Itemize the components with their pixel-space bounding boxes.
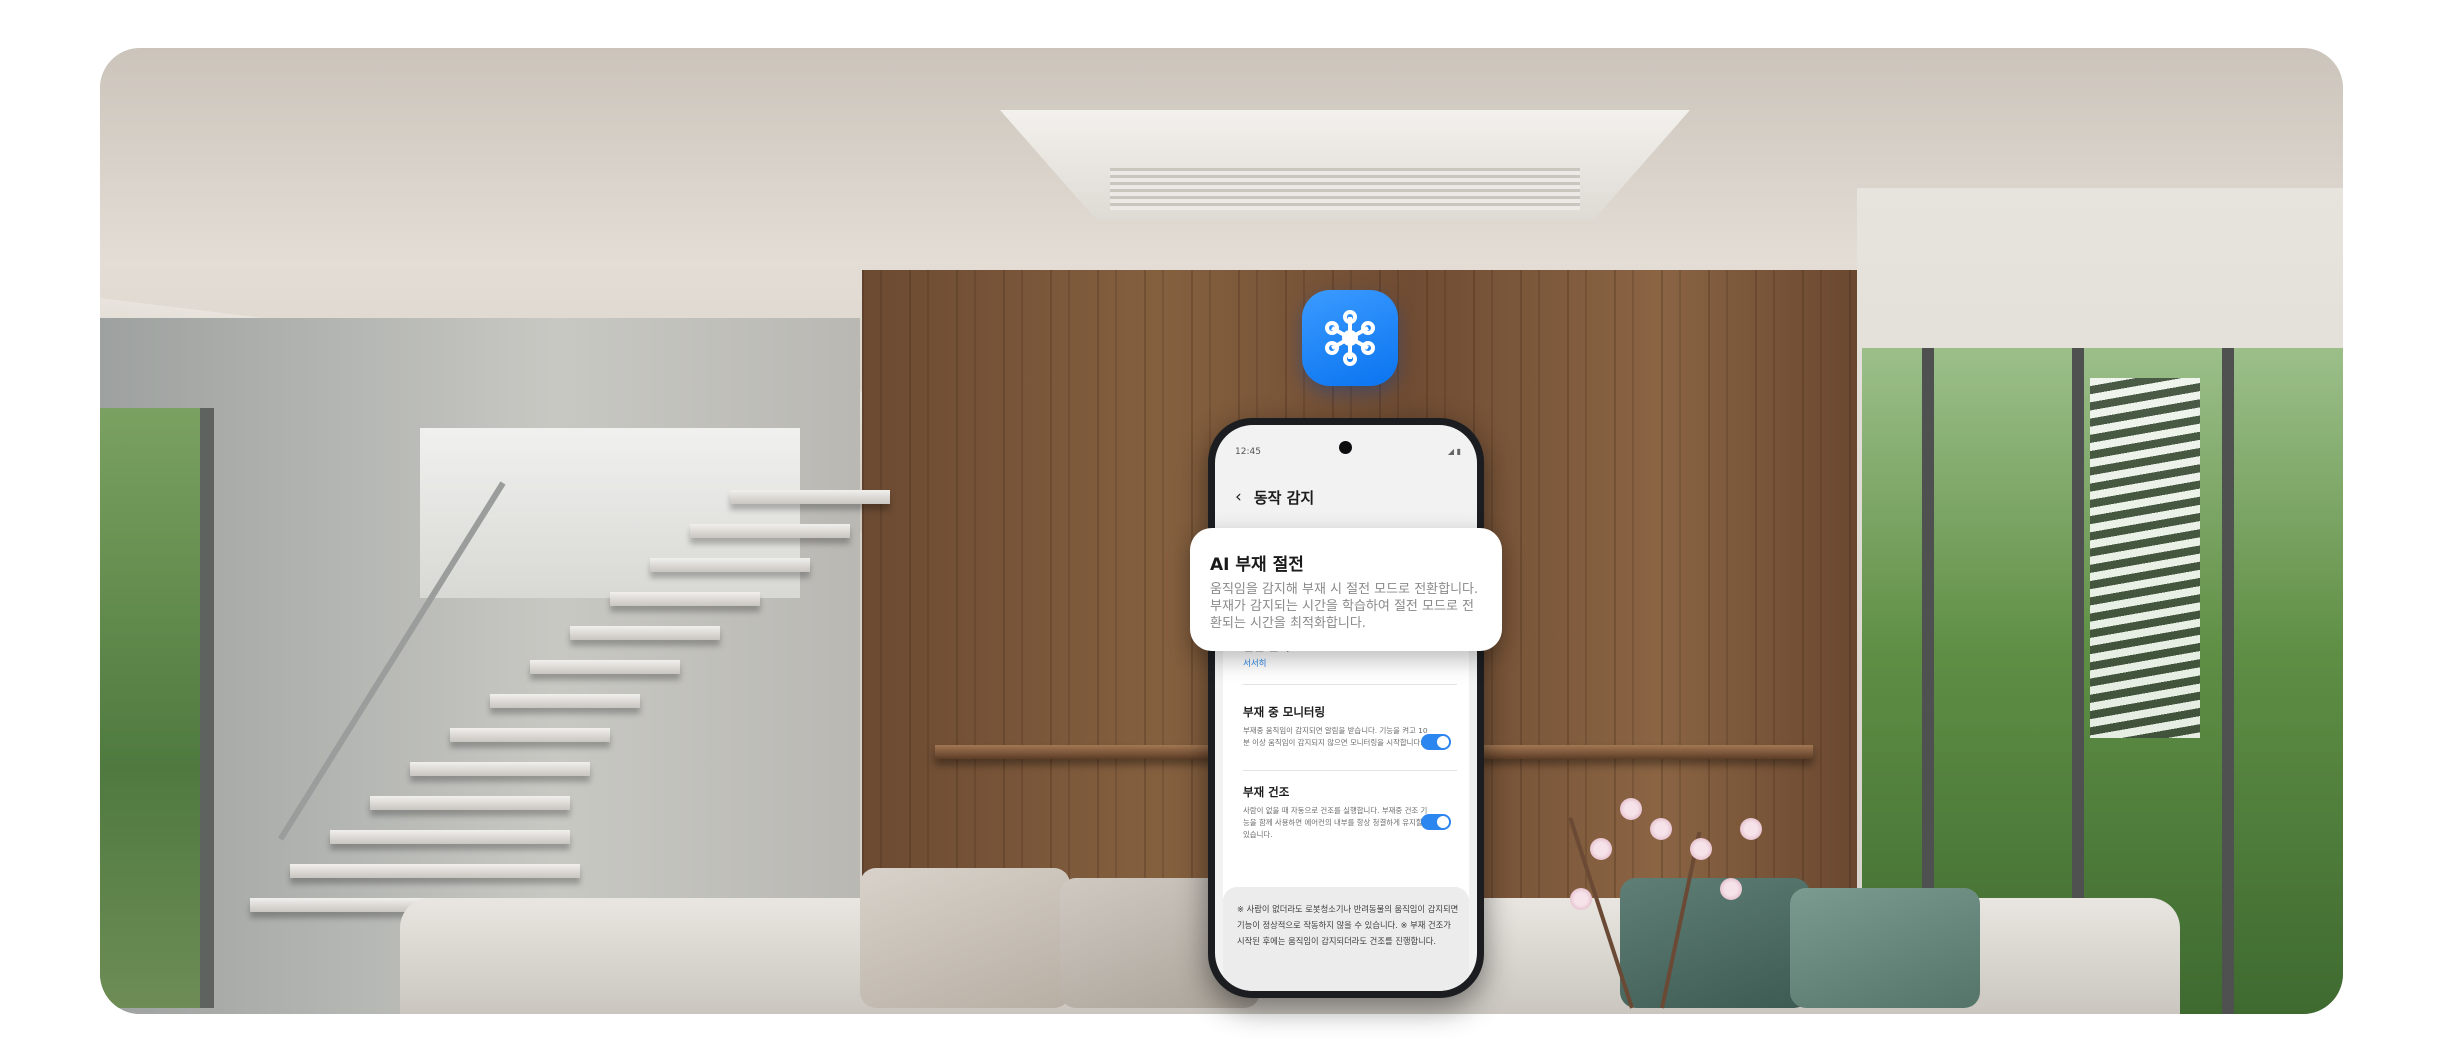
absence-monitoring-desc: 부재중 움직임이 감지되면 알림을 받습니다. 기능을 켜고 10분 이상 움직… xyxy=(1243,726,1428,747)
notice-text: ※ 사람이 없더라도 로봇청소기나 반려동물의 움직임이 감지되면 기능이 정상… xyxy=(1237,904,1459,946)
stair-step xyxy=(410,762,590,776)
flower xyxy=(1720,878,1742,900)
phone-screen: 12:45 ◢ ▮ ‹ 동작 감지 절전 단계 서서히 부재 중 모니터링 부재… xyxy=(1215,425,1477,991)
chevron-left-icon[interactable]: ‹ xyxy=(1235,489,1242,506)
absence-monitoring-title: 부재 중 모니터링 xyxy=(1243,705,1326,719)
stair-step xyxy=(690,524,850,538)
flower xyxy=(1740,818,1762,840)
divider xyxy=(1243,684,1457,685)
smartthings-app-icon xyxy=(1302,290,1398,386)
callout-body: 움직임을 감지해 부재 시 절전 모드로 전환합니다. 부재가 감지되는 시간을… xyxy=(1210,582,1479,631)
stair-step xyxy=(730,490,890,504)
cushion xyxy=(1790,888,1980,1008)
stair-step xyxy=(530,660,680,674)
stair-step xyxy=(610,592,760,606)
stair-step xyxy=(570,626,720,640)
flower xyxy=(1690,838,1712,860)
settings-card: 절전 단계 서서히 부재 중 모니터링 부재중 움직임이 감지되면 알림을 받습… xyxy=(1223,622,1469,926)
stair-window xyxy=(420,428,800,598)
smartthings-icon xyxy=(1325,310,1375,366)
flower xyxy=(1650,818,1672,840)
cushion xyxy=(860,868,1070,1008)
stair-step xyxy=(330,830,570,844)
absence-dry-toggle[interactable] xyxy=(1421,814,1451,830)
absence-dry-desc: 사람이 없을 때 자동으로 건조를 실행합니다. 부재중 건조 기능을 함께 사… xyxy=(1243,806,1432,839)
window-slats xyxy=(2090,378,2200,738)
callout-title: AI 부재 절전 xyxy=(1210,555,1304,575)
notice-box: ※ 사람이 없더라도 로봇청소기나 반려동물의 움직임이 감지되면 기능이 정상… xyxy=(1223,887,1469,991)
stair-step xyxy=(370,796,570,810)
absence-monitoring-toggle[interactable] xyxy=(1421,734,1451,750)
screen-header: ‹ 동작 감지 xyxy=(1235,487,1314,508)
absence-dry-title: 부재 건조 xyxy=(1243,785,1290,799)
flower xyxy=(1620,798,1642,820)
stair-step xyxy=(290,864,580,878)
stair-step xyxy=(450,728,610,742)
flower xyxy=(1570,888,1592,910)
status-time: 12:45 xyxy=(1235,447,1261,457)
left-window xyxy=(100,408,214,1008)
absence-monitoring-setting[interactable]: 부재 중 모니터링 부재중 움직임이 감지되면 알림을 받습니다. 기능을 켜고… xyxy=(1243,704,1433,749)
air-conditioner-vent xyxy=(1110,168,1580,210)
front-camera xyxy=(1339,441,1352,454)
feature-callout: AI 부재 절전 움직임을 감지해 부재 시 절전 모드로 전환합니다. 부재가… xyxy=(1190,528,1502,651)
absence-dry-setting[interactable]: 부재 건조 사람이 없을 때 자동으로 건조를 실행합니다. 부재중 건조 기능… xyxy=(1243,784,1433,841)
stair-step xyxy=(650,558,810,572)
stair-step xyxy=(490,694,640,708)
power-level-value: 서서히 xyxy=(1243,659,1267,669)
cushion xyxy=(1620,878,1810,1008)
divider xyxy=(1243,770,1457,771)
screen-title: 동작 감지 xyxy=(1253,489,1315,507)
flower xyxy=(1590,838,1612,860)
smartphone: 12:45 ◢ ▮ ‹ 동작 감지 절전 단계 서서히 부재 중 모니터링 부재… xyxy=(1208,418,1484,998)
status-icons: ◢ ▮ xyxy=(1447,447,1461,456)
